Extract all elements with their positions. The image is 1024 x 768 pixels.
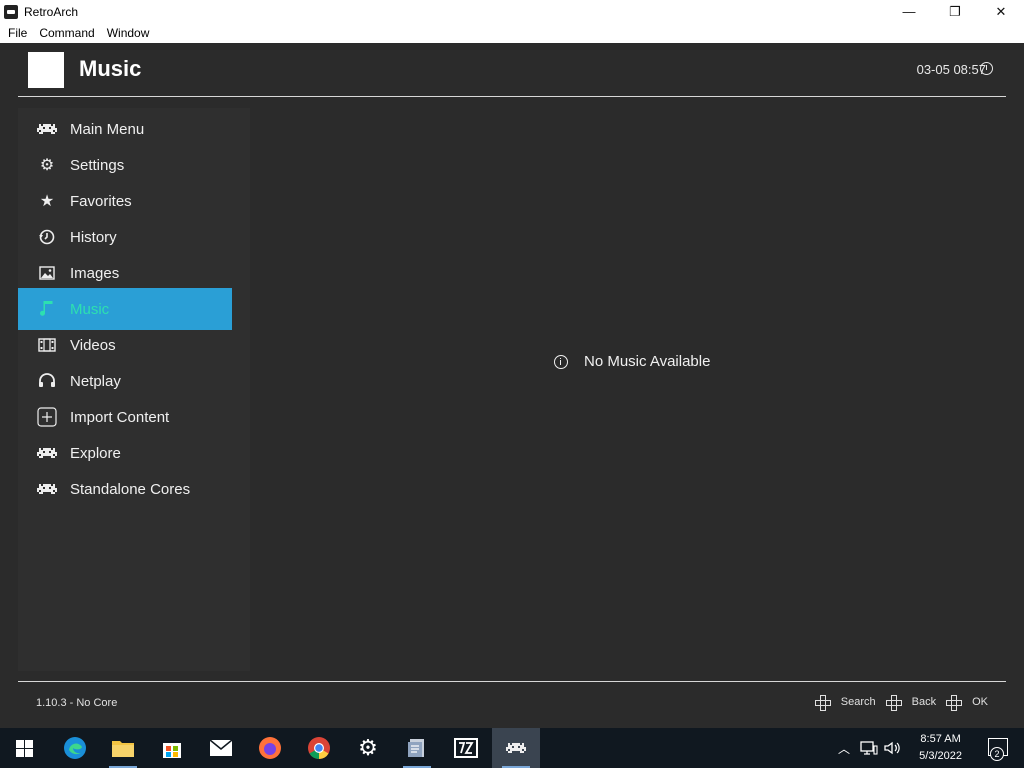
dpad-icon: [814, 695, 831, 711]
minimize-button[interactable]: —: [886, 0, 932, 23]
header: Music 03-05 08:57: [0, 43, 1024, 97]
mail-icon: [209, 739, 233, 756]
sidebar-item-label: Main Menu: [70, 120, 145, 138]
retroarch-app: Music 03-05 08:57 Main Menu ⚙ Settings ★…: [0, 43, 1024, 728]
music-note-icon: [36, 298, 58, 320]
taskbar-chrome[interactable]: [295, 728, 343, 768]
menubar: File Command Window: [0, 23, 1024, 43]
retroarch-app-icon: [4, 4, 18, 19]
edge-icon: [64, 737, 86, 759]
page-title: Music: [79, 56, 142, 81]
empty-state: No Music Available: [554, 353, 710, 370]
taskbar-edge[interactable]: [51, 728, 99, 768]
empty-state-message: No Music Available: [584, 353, 711, 370]
hint-label: Search: [840, 696, 876, 708]
notification-badge: 2: [990, 747, 1004, 761]
sidebar-item-label: Settings: [70, 156, 125, 174]
sidebar: Main Menu ⚙ Settings ★ Favorites History…: [18, 108, 250, 671]
network-icon[interactable]: [860, 741, 878, 755]
gear-icon: ⚙: [358, 735, 378, 760]
hint-label: Back: [911, 696, 937, 708]
footer-divider: [18, 681, 1006, 682]
sidebar-item-standalone-cores[interactable]: Standalone Cores: [18, 468, 232, 510]
sidebar-item-label: Images: [70, 264, 120, 282]
7zip-icon: [454, 738, 478, 758]
chrome-icon: [308, 737, 330, 759]
taskbar-app[interactable]: [393, 728, 441, 768]
window-title: RetroArch: [24, 4, 79, 19]
sidebar-item-label: Videos: [70, 336, 116, 354]
menu-command[interactable]: Command: [33, 23, 100, 43]
taskbar-date: 5/3/2022: [919, 750, 962, 762]
taskbar-clock[interactable]: 8:57 AM 5/3/2022: [919, 731, 962, 765]
windows-icon: [15, 739, 33, 757]
plus-box-icon: [36, 406, 58, 428]
content-area: No Music Available: [250, 108, 1006, 671]
taskbar-settings[interactable]: ⚙: [344, 728, 392, 768]
taskbar-store[interactable]: [148, 728, 196, 768]
image-icon: [36, 262, 58, 284]
history-icon: [36, 226, 58, 248]
version-label: 1.10.3 - No Core: [36, 697, 118, 709]
film-icon: [36, 334, 58, 356]
taskbar-mail[interactable]: [197, 728, 245, 768]
start-button[interactable]: [0, 728, 48, 768]
sidebar-item-label: History: [70, 228, 117, 246]
sidebar-item-label: Music: [70, 300, 110, 318]
close-button[interactable]: ✕: [978, 0, 1024, 23]
taskbar: ⚙ ︿ 8:57 AM 5/3/2022 2: [0, 728, 1024, 768]
info-icon: [554, 354, 568, 369]
system-tray: ︿: [838, 728, 902, 768]
document-icon: [408, 739, 424, 757]
search-hint[interactable]: Search: [814, 695, 876, 711]
chevron-up-icon[interactable]: ︿: [838, 740, 850, 757]
menu-file[interactable]: File: [2, 23, 33, 43]
window-titlebar: RetroArch — ❐ ✕: [0, 0, 1024, 23]
taskbar-firefox[interactable]: [246, 728, 294, 768]
header-thumbnail: [28, 52, 64, 88]
sidebar-item-label: Favorites: [70, 192, 132, 210]
window-controls: — ❐ ✕: [886, 0, 1024, 23]
taskbar-time: 8:57 AM: [920, 733, 961, 745]
header-clock: 03-05 08:57: [916, 62, 986, 77]
header-divider: [18, 96, 1006, 97]
sidebar-item-label: Netplay: [70, 372, 121, 390]
taskbar-7zip[interactable]: [442, 728, 490, 768]
hint-label: OK: [972, 696, 988, 708]
clock-icon: [980, 62, 993, 75]
taskbar-file-explorer[interactable]: [99, 728, 147, 768]
sidebar-item-label: Standalone Cores: [70, 480, 191, 498]
back-hint[interactable]: Back: [885, 695, 937, 711]
store-icon: [163, 743, 181, 758]
dpad-icon: [885, 695, 902, 711]
invader-icon: [36, 442, 58, 464]
invader-icon: [36, 478, 58, 500]
sidebar-item-label: Explore: [70, 444, 121, 462]
restore-button[interactable]: ❐: [932, 0, 978, 23]
ok-hint[interactable]: OK: [946, 695, 988, 711]
firefox-icon: [259, 737, 281, 759]
taskbar-retroarch[interactable]: [492, 728, 540, 768]
folder-icon: [112, 741, 134, 757]
menu-window[interactable]: Window: [101, 23, 156, 43]
star-icon: ★: [39, 193, 55, 210]
footer-hints: Search Back OK: [805, 695, 988, 711]
invader-icon: [36, 118, 58, 140]
sidebar-item-label: Import Content: [70, 408, 170, 426]
headset-icon: [36, 370, 58, 392]
gear-icon: ⚙: [39, 157, 55, 174]
dpad-icon: [946, 695, 963, 711]
invader-icon: [506, 743, 526, 753]
speaker-icon[interactable]: [884, 741, 902, 755]
